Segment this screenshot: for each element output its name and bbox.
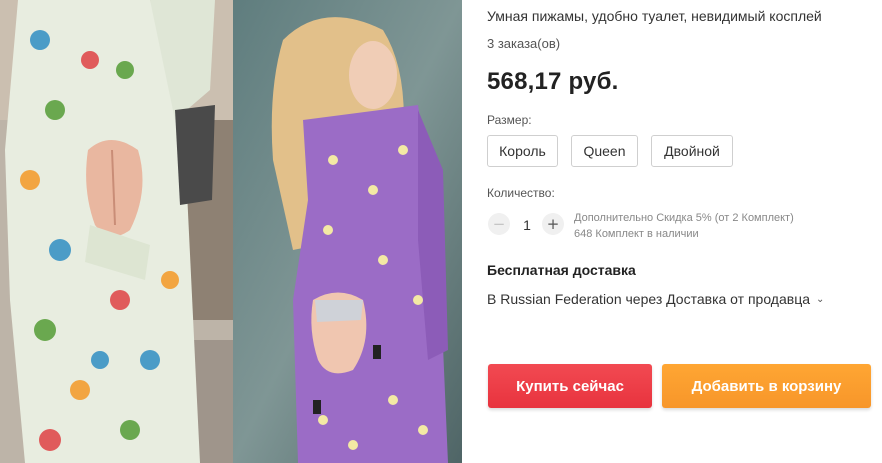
buy-now-button[interactable]: Купить сейчас [488,364,652,408]
stock-available-note: 648 Комплект в наличии [574,228,699,240]
product-photo-owl-onesie[interactable] [0,0,233,463]
purple-onesie-image [233,0,462,463]
size-label: Размер: [487,113,532,127]
product-info-panel: Умная пижамы, удобно туалет, невидимый к… [487,0,877,463]
quantity-stepper: − 1 + Дополнительно Скидка 5% (от 2 Комп… [487,211,867,240]
shipping-title: Бесплатная доставка [487,262,636,278]
owl-onesie-image [0,0,233,463]
size-option-king[interactable]: Король [487,135,558,167]
product-photo-purple-onesie[interactable] [233,0,462,463]
size-option-queen[interactable]: Queen [571,135,638,167]
product-page: Умная пижамы, удобно туалет, невидимый к… [0,0,882,463]
chevron-down-icon: ⌄ [816,294,825,305]
quantity-decrease-button[interactable]: − [488,213,510,235]
size-option-double[interactable]: Двойной [651,135,733,167]
product-price: 568,17 руб. [487,68,619,95]
add-to-cart-button[interactable]: Добавить в корзину [662,364,871,408]
shipping-description: В Russian Federation через Доставка от п… [487,291,811,307]
shipping-selector[interactable]: В Russian Federation через Доставка от п… [487,291,824,307]
quantity-label: Количество: [487,186,555,200]
quantity-increase-button[interactable]: + [542,213,564,235]
orders-count: 3 заказа(ов) [487,36,561,51]
product-gallery [0,0,462,463]
quantity-value[interactable]: 1 [520,217,534,233]
product-title: Умная пижамы, удобно туалет, невидимый к… [487,8,822,24]
quantity-notes: Дополнительно Скидка 5% (от 2 Комплект) … [574,210,794,242]
bulk-discount-note: Дополнительно Скидка 5% (от 2 Комплект) [574,212,794,224]
size-options: Король Queen Двойной [487,135,733,167]
